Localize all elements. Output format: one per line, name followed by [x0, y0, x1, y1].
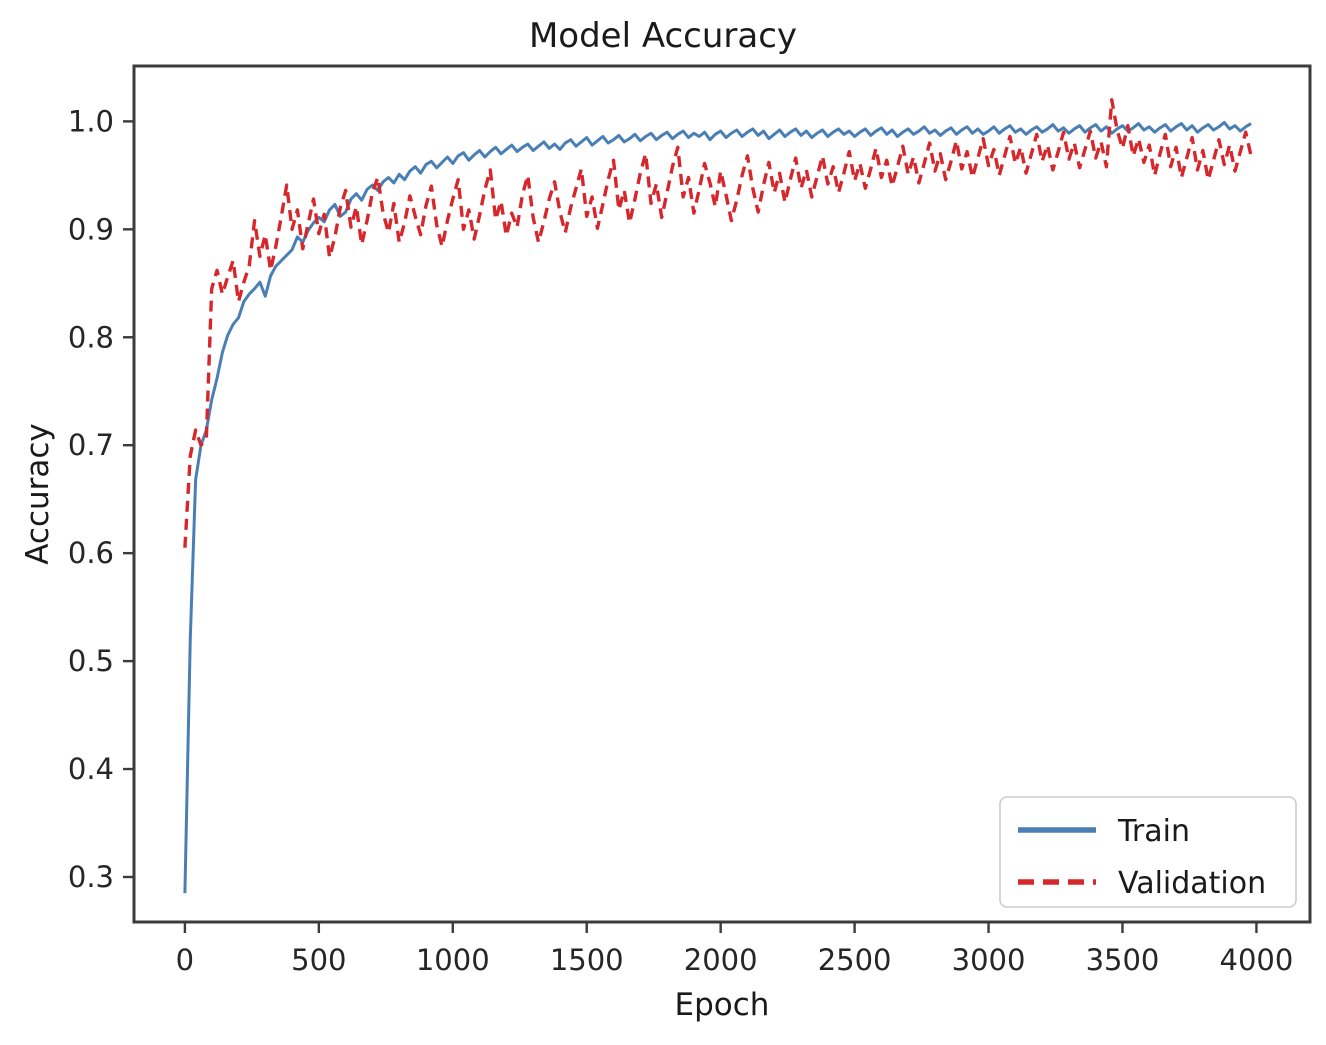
chart-legend[interactable]: Train Validation — [999, 796, 1297, 908]
series-line-validation — [183, 98, 1253, 548]
x-tick-label: 4000 — [1220, 943, 1294, 977]
x-tick-label: 1500 — [550, 943, 624, 977]
data-series-group — [183, 98, 1253, 894]
chart-title: Model Accuracy — [529, 16, 797, 56]
y-tick-label: 0.4 — [68, 752, 114, 786]
y-tick-label: 0.8 — [68, 320, 114, 354]
x-tick-label: 3000 — [952, 943, 1026, 977]
y-tick-label: 0.5 — [68, 644, 114, 678]
y-tick-label: 1.0 — [68, 104, 114, 138]
x-tick-label: 500 — [291, 943, 346, 977]
plot-frame — [132, 64, 1312, 924]
y-axis-ticks: 0.3 0.4 0.5 0.6 0.7 0.8 0.9 1.0 — [68, 104, 134, 894]
accuracy-line-chart: Model Accuracy 0.30.40.50.60.70.80.91.0 … — [20, 16, 1312, 1023]
legend-label-train: Train — [1117, 814, 1190, 849]
x-tick-label: 2000 — [684, 943, 758, 977]
series-line-train — [183, 120, 1252, 894]
y-tick-label: 0.6 — [68, 536, 114, 570]
legend-label-validation: Validation — [1118, 866, 1266, 901]
y-tick-label: 0.7 — [68, 428, 114, 462]
figure-canvas: Model Accuracy 0.3 0.4 0.5 0.6 0.7 0.8 0.9 1.0 … — [0, 0, 1326, 1045]
x-tick-label: 1000 — [416, 943, 490, 977]
x-axis-label: Epoch — [675, 987, 770, 1023]
x-tick-label: 3500 — [1086, 943, 1160, 977]
x-axis-ticks: 0 500 1000 1500 2000 2500 3000 3500 4000 — [176, 922, 1294, 977]
y-axis-label: Accuracy — [20, 423, 56, 565]
x-tick-label: 0 — [176, 943, 194, 977]
y-tick-label: 0.9 — [68, 212, 114, 246]
x-tick-label: 2500 — [818, 943, 892, 977]
y-tick-label: 0.3 — [68, 860, 114, 894]
